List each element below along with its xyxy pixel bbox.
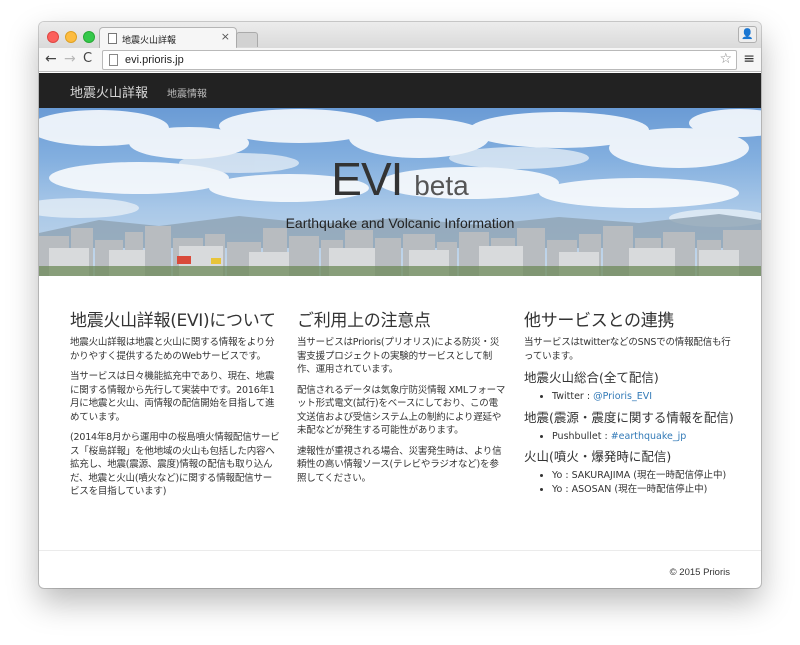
integration-list-volcano: Yo : SAKURAJIMA (現在一時配信停止中) Yo : ASOSAN … — [552, 469, 739, 496]
integration-list-all: Twitter : @Prioris_EVI — [552, 390, 739, 404]
new-tab-button[interactable] — [236, 32, 258, 47]
profile-icon[interactable]: 👤 — [738, 26, 757, 43]
twitter-label: Twitter : — [552, 391, 594, 402]
integration-subheading-volcano: 火山(噴火・爆発時に配信) — [524, 449, 672, 464]
list-item: Yo : SAKURAJIMA (現在一時配信停止中) — [552, 469, 739, 483]
window-maximize-button[interactable] — [83, 31, 95, 43]
page-icon — [108, 33, 117, 44]
hero-beta: beta — [414, 170, 469, 201]
about-paragraph-3: (2014年8月から運用中の桜島噴火情報配信サービス「桜島詳報」を他地域の火山も… — [70, 432, 280, 497]
hero-title: EVI beta — [39, 152, 761, 206]
page-icon — [109, 54, 118, 66]
footer-copyright: © 2015 Prioris — [669, 567, 730, 578]
address-url[interactable]: evi.prioris.jp — [125, 54, 184, 66]
integration-section: 他サービスとの連携 当サービスはtwitterなどのSNSでの情報配信も行ってい… — [524, 310, 739, 500]
integration-subheading-all: 地震火山総合(全て配信) — [524, 370, 659, 385]
footer-divider — [39, 550, 761, 551]
browser-toolbar: ← → C evi.prioris.jp ☆ ≡ — [39, 48, 761, 72]
main-content: 地震火山詳報(EVI)について 地震火山詳報は地震と火山に関する情報をより分かり… — [39, 276, 761, 550]
pushbullet-label: Pushbullet : — [552, 430, 611, 442]
nav-link-earthquake[interactable]: 地震情報 — [167, 85, 207, 100]
hero-banner: EVI beta — [39, 108, 761, 276]
about-heading: 地震火山詳報(EVI)について — [70, 311, 276, 331]
address-bar[interactable]: evi.prioris.jp ☆ — [102, 50, 737, 70]
list-item: Pushbullet : #earthquake_jp — [552, 430, 739, 444]
back-button[interactable]: ← — [45, 51, 57, 67]
integration-paragraph: 当サービスはtwitterなどのSNSでの情報配信も行っています。 — [524, 337, 731, 362]
tab-title: 地震火山詳報 — [122, 35, 177, 45]
hero-subtitle: Earthquake and Volcanic Information — [285, 215, 515, 231]
site-navbar: 地震火山詳報 地震情報 — [39, 73, 761, 108]
list-item: Yo : ASOSAN (現在一時配信停止中) — [552, 483, 739, 497]
menu-icon[interactable]: ≡ — [743, 51, 755, 67]
notes-paragraph-3: 速報性が重視される場合、災害発生時は、より信頼性の高い情報ソース(テレビやラジオ… — [297, 445, 502, 484]
browser-window: 地震火山詳報 × 👤 ← → C evi.prioris.jp ☆ ≡ 地震火山… — [39, 22, 761, 588]
notes-paragraph-2: 配信されるデータは気象庁防災情報 XMLフォーマット形式電文(試行)をベースにし… — [297, 384, 506, 437]
list-item: Twitter : @Prioris_EVI — [552, 390, 739, 404]
about-paragraph-1: 地震火山詳報は地震と火山に関する情報をより分かりやすく提供するためのWebサービ… — [70, 337, 275, 362]
tab-close-icon[interactable]: × — [221, 31, 230, 43]
reload-button[interactable]: C — [83, 51, 92, 67]
notes-heading: ご利用上の注意点 — [297, 311, 431, 331]
notes-paragraph-1: 当サービスはPrioris(プリオリス)による防災・災害支援プロジェクトの実験的… — [297, 337, 500, 375]
window-close-button[interactable] — [47, 31, 59, 43]
bookmark-star-icon[interactable]: ☆ — [719, 51, 732, 67]
integration-heading: 他サービスとの連携 — [524, 311, 675, 331]
pushbullet-link[interactable]: #earthquake_jp — [611, 431, 687, 442]
integration-list-earthquake: Pushbullet : #earthquake_jp — [552, 430, 739, 444]
window-minimize-button[interactable] — [65, 31, 77, 43]
about-section: 地震火山詳報(EVI)について 地震火山詳報は地震と火山に関する情報をより分かり… — [70, 310, 280, 506]
browser-tab[interactable]: 地震火山詳報 × — [99, 27, 237, 49]
hero-title-main: EVI — [331, 153, 403, 205]
notes-section: ご利用上の注意点 当サービスはPrioris(プリオリス)による防災・災害支援プ… — [297, 310, 507, 492]
about-paragraph-2: 当サービスは日々機能拡充中であり、現在、地震に関する情報から先行して実装中です。… — [70, 371, 275, 423]
twitter-link[interactable]: @Prioris_EVI — [593, 391, 652, 402]
integration-subheading-earthquake: 地震(震源・震度に関する情報を配信) — [524, 409, 734, 425]
tab-strip: 地震火山詳報 × 👤 — [39, 22, 761, 49]
forward-button[interactable]: → — [64, 51, 76, 67]
navbar-brand[interactable]: 地震火山詳報 — [70, 82, 148, 101]
